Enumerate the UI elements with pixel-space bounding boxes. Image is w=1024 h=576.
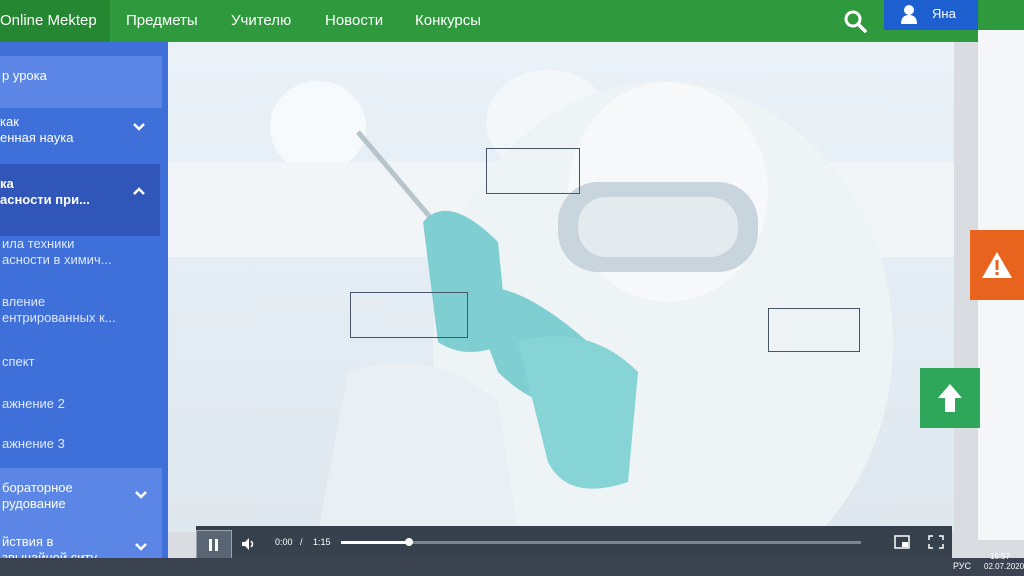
sidebar-item-label: ентрированных к... bbox=[2, 310, 116, 325]
site-logo[interactable]: Online Mektep bbox=[0, 0, 110, 42]
duration: 1:15 bbox=[313, 537, 331, 547]
arrow-up-icon bbox=[938, 384, 962, 412]
sidebar-item-label: вление bbox=[2, 294, 46, 309]
sidebar-item-label: р урока bbox=[2, 68, 47, 83]
chevron-down-icon[interactable] bbox=[134, 488, 148, 502]
sidebar-subitem-summary[interactable]: спект bbox=[0, 354, 162, 378]
user-menu[interactable]: Яна bbox=[884, 0, 978, 30]
lesson-video[interactable] bbox=[168, 42, 954, 532]
drop-target-box[interactable] bbox=[350, 292, 468, 338]
sidebar-item-label: спект bbox=[2, 354, 35, 369]
user-name: Яна bbox=[932, 6, 956, 21]
clock-date: 02.07.2020 bbox=[984, 562, 1024, 571]
nav-item-subjects[interactable]: Предметы bbox=[126, 0, 198, 42]
current-time: 0:00 bbox=[275, 537, 293, 547]
os-taskbar: РУС 15:57 02.07.2020 bbox=[0, 552, 1024, 576]
chevron-down-icon[interactable] bbox=[134, 540, 148, 554]
keyboard-language[interactable]: РУС bbox=[953, 561, 971, 571]
time-separator: / bbox=[300, 537, 303, 547]
sidebar-item-label: ила техники bbox=[2, 236, 75, 251]
picture-in-picture-icon[interactable] bbox=[894, 535, 910, 549]
pause-icon bbox=[209, 539, 218, 551]
nav-item-news[interactable]: Новости bbox=[325, 0, 383, 42]
drop-target-box[interactable] bbox=[768, 308, 860, 352]
report-problem-button[interactable] bbox=[970, 230, 1024, 300]
sidebar-subitem-safety-rules[interactable]: ила техники асности в химич... bbox=[0, 230, 162, 280]
sidebar-item-label: ажнение 3 bbox=[2, 436, 65, 451]
sidebar-subitem-exercise-3[interactable]: ажнение 3 bbox=[0, 436, 162, 460]
lesson-sidebar: р урока как енная наука ка асности при..… bbox=[0, 42, 168, 576]
user-icon bbox=[901, 5, 917, 24]
volume-icon[interactable] bbox=[240, 536, 256, 552]
top-navigation-bar: Online Mektep Предметы Учителю Новости К… bbox=[0, 0, 1024, 42]
sidebar-item-safety-section[interactable]: ка асности при... bbox=[0, 164, 160, 236]
sidebar-subitem-exercise-2[interactable]: ажнение 2 bbox=[0, 396, 162, 420]
seek-bar[interactable] bbox=[341, 538, 861, 546]
warning-icon bbox=[982, 252, 1012, 278]
scroll-to-top-button[interactable] bbox=[920, 368, 980, 428]
nav-item-contests[interactable]: Конкурсы bbox=[415, 0, 481, 42]
seek-bar-progress bbox=[341, 541, 409, 544]
play-pause-button[interactable] bbox=[196, 530, 232, 560]
drop-target-box[interactable] bbox=[486, 148, 580, 194]
video-frame-image bbox=[168, 70, 954, 532]
nav-item-for-teacher[interactable]: Учителю bbox=[231, 0, 291, 42]
search-icon[interactable] bbox=[842, 8, 868, 34]
sidebar-subitem-concentrated-handling[interactable]: вление ентрированных к... bbox=[0, 288, 162, 338]
sidebar-item-lab-equipment[interactable]: бораторное рудование bbox=[0, 468, 162, 532]
chevron-up-icon[interactable] bbox=[132, 184, 146, 198]
video-controls: 0:00 / 1:15 bbox=[196, 526, 952, 560]
seek-handle[interactable] bbox=[404, 538, 413, 546]
clock-time: 15:57 bbox=[990, 552, 1011, 561]
fullscreen-icon[interactable] bbox=[928, 535, 944, 549]
sidebar-item-label: ажнение 2 bbox=[2, 396, 65, 411]
sidebar-item-label: асности в химич... bbox=[2, 252, 112, 267]
sidebar-item-science-section[interactable]: как енная наука bbox=[0, 100, 160, 172]
chevron-down-icon[interactable] bbox=[132, 120, 146, 134]
